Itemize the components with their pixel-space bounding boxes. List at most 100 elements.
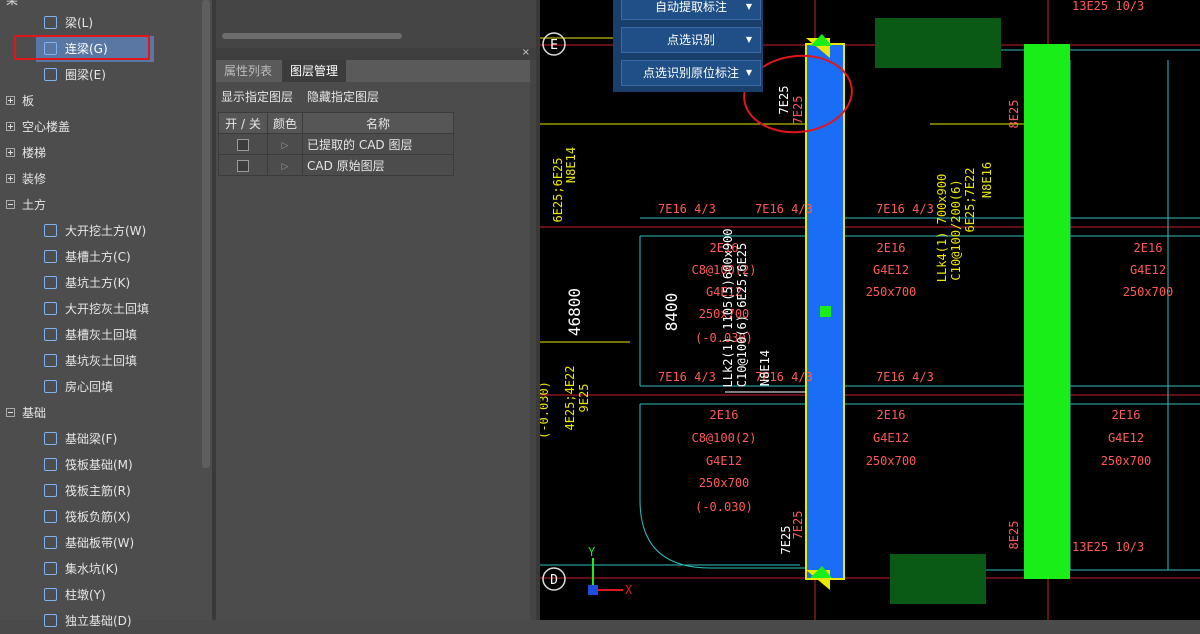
expand-icon[interactable] [6,96,15,105]
color-swatch-icon[interactable]: ▷ [282,141,289,151]
rebar-text: 2E16 [1134,241,1163,255]
panel-tabs: 属性列表 图层管理 [216,60,538,82]
tree-item[interactable]: 基础板带(W) [36,530,186,556]
col-on-off: 开 / 关 [218,112,268,134]
rebar-text: 2E16 [877,241,906,255]
tree-scrollbar[interactable] [202,0,210,468]
dropdown-arrow-icon[interactable]: ▼ [746,61,752,85]
tree-item-label: 基础梁(F) [65,432,118,446]
collapse-icon[interactable] [6,408,15,417]
cad-canvas[interactable]: E D 46800 8400 Y X 7E25 7E25 7E25 7E25 1… [540,0,1200,620]
point-recognize-inplace-button[interactable]: 点选识别原位标注 ▼ [621,60,761,86]
tab-layer-management[interactable]: 图层管理 [282,60,347,82]
tree-item-label: 基槽灰土回填 [65,328,138,342]
auto-extract-button[interactable]: 自动提取标注 ▼ [621,0,761,20]
tree-item[interactable]: 集水坑(K) [36,556,186,582]
hide-layer-button[interactable]: 隐藏指定图层 [307,88,379,105]
expand-icon[interactable] [6,174,15,183]
dropdown-arrow-icon[interactable]: ▼ [746,28,752,52]
dimension-8400: 8400 [662,293,681,332]
tree-item[interactable]: 柱墩(Y) [36,582,186,608]
tree-item[interactable]: 筏板主筋(R) [36,478,186,504]
tree-item[interactable]: 基坑灰土回填 [36,348,186,374]
rebar-text: 7E16 4/3 [755,202,813,216]
tree-item-label: 梁(L) [65,16,94,30]
button-label: 点选识别原位标注 [642,66,739,80]
expand-icon[interactable] [6,122,15,131]
tree-item-label: 独立基础(D) [65,614,132,628]
tree-item-label: 柱墩(Y) [65,588,106,602]
beam-outlines [540,49,1200,571]
tree-item[interactable]: 土方 [0,192,200,218]
rebar-text: G4E12 [1108,431,1144,445]
collapse-icon[interactable] [6,200,15,209]
table-row[interactable]: ▷ CAD 原始图层 [218,154,454,176]
beam-label-text: 9E25 [577,384,591,413]
rebar-text: 7E25 [791,96,805,125]
tree-item[interactable]: 大开挖土方(W) [36,218,186,244]
rebar-text: 8E25 [1007,100,1021,129]
col-name: 名称 [302,112,454,134]
beam-label-text: LLk2(1) 1105(5)600x900 [721,229,735,388]
tree-item[interactable]: 基槽灰土回填 [36,322,186,348]
tree-item[interactable]: 楼梯 [0,140,200,166]
dropdown-arrow-icon[interactable]: ▼ [746,0,752,19]
tab-properties[interactable]: 属性列表 [216,60,280,82]
col-color: 颜色 [267,112,303,134]
ucs-x-label: X [625,583,633,597]
horizontal-scrollbar[interactable] [222,33,402,39]
tree-category-cut[interactable]: 梁 [6,0,18,8]
recognition-toolbar: 自动提取标注 ▼ 点选识别 ▼ 点选识别原位标注 ▼ [613,0,763,92]
isolated-footing-icon [44,614,57,627]
close-icon[interactable]: × [522,47,530,58]
tree-item[interactable]: 基础梁(F) [36,426,186,452]
tree-item[interactable]: 板 [0,88,200,114]
tree-item[interactable]: 筏板负筋(X) [36,504,186,530]
rebar-text: 7E25 [791,511,805,540]
dark-green-block [875,18,1001,68]
tree-item[interactable]: 筏板基础(M) [36,452,186,478]
raft-icon [44,458,57,471]
tree-item[interactable]: 梁(L) [36,10,186,36]
trench-backfill-icon [44,328,57,341]
rebar-text: 250x700 [699,476,750,490]
layer-toggle-checkbox[interactable] [237,159,249,172]
tree-item[interactable]: 基坑土方(K) [36,270,186,296]
expand-icon[interactable] [6,148,15,157]
rebar-text: 8E25 [1007,521,1021,550]
rebar-text: 13E25 10/3 [1072,540,1144,554]
table-row[interactable]: ▷ 已提取的 CAD 图层 [218,133,454,155]
beam-label-text: N8E16 [980,162,994,198]
properties-area [216,0,538,48]
tree-item[interactable]: 大开挖灰土回填 [36,296,186,322]
tree-item[interactable]: 独立基础(D) [36,608,186,634]
tree-item[interactable]: 圈梁(E) [36,62,186,88]
dark-green-block [890,554,986,604]
rebar-text: 7E16 4/3 [876,202,934,216]
tree-item[interactable]: 基槽土方(C) [36,244,186,270]
beam-label-text: 6E25;7E22 [963,167,977,232]
rebar-text: G4E12 [1130,263,1166,277]
tree-item-label: 大开挖灰土回填 [65,302,150,316]
foundation-beam-icon [44,432,57,445]
tree-item-label: 土方 [22,198,47,212]
tree-item[interactable]: 房心回填 [36,374,186,400]
layer-panel: × 属性列表 图层管理 显示指定图层 隐藏指定图层 开 / 关 颜色 名称 ▷ … [216,47,538,620]
axis-grid [540,0,1200,620]
ucs-origin [588,585,598,595]
excavation-icon [44,224,57,237]
rebar-text: G4E12 [706,454,742,468]
rebar-text: 2E16 [710,408,739,422]
rebar-text: 250x700 [866,454,917,468]
tree-item[interactable]: 基础 [0,400,200,426]
beam-label-text: LLk4(1) 700x900 [935,174,949,282]
tree-item[interactable]: 装修 [0,166,200,192]
rebar-text: (-0.030) [695,500,753,514]
tree-item[interactable]: 空心楼盖 [0,114,200,140]
tree-item-label: 基坑灰土回填 [65,354,138,368]
layer-toggle-checkbox[interactable] [237,138,249,151]
point-recognize-button[interactable]: 点选识别 ▼ [621,27,761,53]
color-swatch-icon[interactable]: ▷ [282,162,289,172]
show-layer-button[interactable]: 显示指定图层 [221,88,293,105]
beam-midpoint-grip [820,306,831,317]
